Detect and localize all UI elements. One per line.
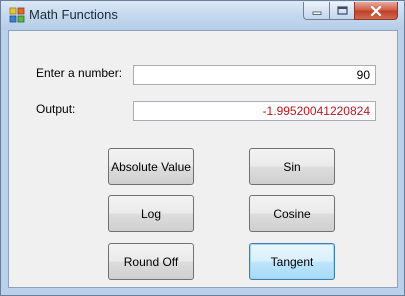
log-button[interactable]: Log	[108, 195, 194, 232]
minimize-button[interactable]	[303, 2, 329, 20]
form-client-area: Enter a number: Output: Absolute Value S…	[8, 30, 398, 288]
title-bar[interactable]: Math Functions	[1, 1, 404, 30]
window-title: Math Functions	[29, 7, 118, 22]
maximize-button[interactable]	[329, 2, 354, 20]
cosine-button[interactable]: Cosine	[249, 195, 335, 232]
sin-button[interactable]: Sin	[249, 148, 335, 185]
tangent-button[interactable]: Tangent	[249, 243, 335, 280]
close-button[interactable]	[354, 2, 398, 20]
window-controls	[303, 2, 398, 21]
close-icon	[370, 5, 382, 16]
app-icon	[9, 7, 25, 23]
output-field[interactable]	[133, 101, 376, 121]
app-window: Math Functions Enter a number: 90 Output…	[0, 0, 405, 296]
output-label: Output:	[36, 102, 76, 116]
absolute-value-button[interactable]: Absolute Value	[108, 148, 194, 185]
round-off-button[interactable]: Round Off	[108, 243, 194, 280]
input-label: Enter a number:	[36, 66, 123, 80]
number-input[interactable]	[133, 65, 376, 85]
maximize-icon	[336, 6, 348, 15]
minimize-icon	[312, 11, 321, 15]
